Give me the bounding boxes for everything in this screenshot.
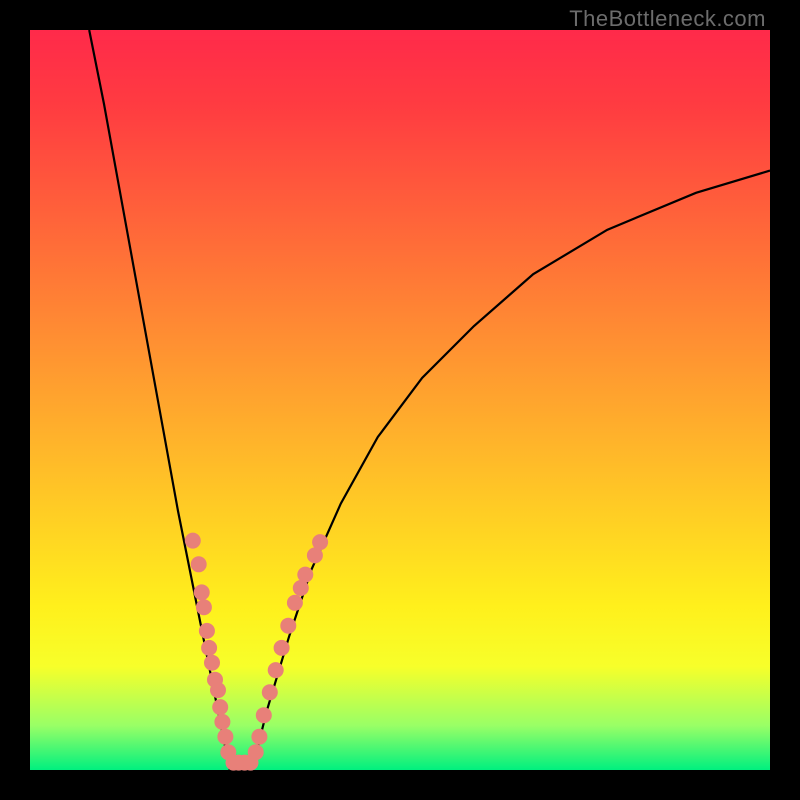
data-point <box>212 699 228 715</box>
data-point <box>194 584 210 600</box>
data-point <box>201 640 217 656</box>
data-point <box>214 714 230 730</box>
data-point <box>248 744 264 760</box>
data-point <box>251 729 267 745</box>
data-point <box>280 618 296 634</box>
data-point <box>312 534 328 550</box>
data-point <box>217 729 233 745</box>
watermark-text: TheBottleneck.com <box>569 6 766 32</box>
data-point <box>199 623 215 639</box>
chart-svg <box>30 30 770 770</box>
data-point <box>268 662 284 678</box>
data-point <box>196 599 212 615</box>
data-point <box>185 533 201 549</box>
data-point <box>256 707 272 723</box>
data-point <box>210 682 226 698</box>
data-point <box>204 655 220 671</box>
curve-right-curve <box>252 171 770 770</box>
data-point <box>274 640 290 656</box>
data-point <box>297 567 313 583</box>
dots-layer <box>185 533 328 771</box>
curve-layer <box>89 30 770 770</box>
plot-area <box>30 30 770 770</box>
data-point <box>287 595 303 611</box>
data-point <box>191 556 207 572</box>
data-point <box>262 684 278 700</box>
chart-frame: TheBottleneck.com <box>0 0 800 800</box>
